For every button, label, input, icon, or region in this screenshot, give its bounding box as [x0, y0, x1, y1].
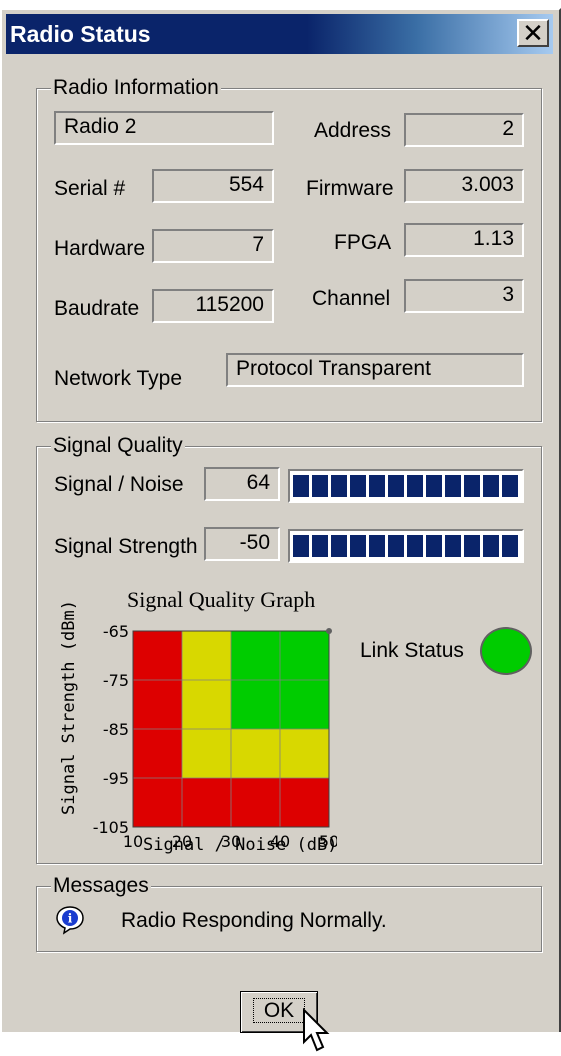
- meter-segment: [369, 475, 385, 497]
- meter-segment: [483, 475, 499, 497]
- meter-segment: [388, 535, 404, 557]
- radio-information-group: Radio Information Radio 2 Address 2 Seri…: [36, 74, 542, 422]
- messages-legend: Messages: [51, 872, 151, 900]
- svg-text:i: i: [68, 912, 73, 926]
- messages-group: Messages i Radio Responding Normally.: [36, 872, 542, 952]
- graph-current-point: [326, 628, 332, 634]
- channel-label: Channel: [312, 287, 391, 310]
- link-status-indicator: [480, 627, 532, 675]
- snr-meter: [288, 469, 524, 503]
- meter-segment: [464, 535, 480, 557]
- radio-status-dialog: Radio Status ✕ Radio Information Radio 2…: [0, 8, 561, 1052]
- title-bar[interactable]: Radio Status ✕: [6, 14, 553, 54]
- graph-cell-yellow: [182, 631, 231, 680]
- serial-field: 554: [152, 169, 274, 203]
- snr-field: 64: [204, 467, 280, 501]
- network-type-field: Protocol Transparent: [226, 353, 524, 387]
- graph-cell-green: [280, 631, 329, 680]
- fpga-field: 1.13: [404, 223, 524, 257]
- network-type-label: Network Type: [54, 367, 182, 390]
- meter-segment: [388, 475, 404, 497]
- close-button[interactable]: ✕: [517, 19, 549, 47]
- fpga-label: FPGA: [334, 231, 392, 254]
- signal-quality-legend: Signal Quality: [51, 432, 185, 460]
- meter-segment: [445, 535, 461, 557]
- snr-label: Signal / Noise: [54, 473, 184, 496]
- graph-x-axis-label: Signal / Noise (dB): [143, 835, 338, 855]
- close-icon: ✕: [522, 18, 544, 48]
- graph-y-tick: -95: [103, 769, 129, 788]
- meter-segment: [502, 475, 518, 497]
- link-status-label: Link Status: [360, 639, 464, 662]
- meter-segment: [407, 475, 423, 497]
- info-icon: i: [56, 906, 84, 935]
- meter-segment: [483, 535, 499, 557]
- graph-cell-yellow: [182, 729, 231, 778]
- meter-segment: [350, 535, 366, 557]
- graph-y-axis-label: Signal Strength (dBm): [59, 600, 79, 815]
- serial-label: Serial #: [54, 177, 126, 200]
- graph-cell-green: [231, 631, 280, 680]
- meter-segment: [312, 475, 328, 497]
- signal-quality-group: Signal Quality Signal / Noise 64 Signal …: [36, 432, 542, 864]
- graph-y-tick: -85: [103, 720, 129, 739]
- baudrate-field: 115200: [152, 289, 274, 323]
- radio-name-field: Radio 2: [54, 111, 274, 145]
- graph-cell-red: [133, 729, 182, 778]
- meter-segment: [464, 475, 480, 497]
- address-field: 2: [404, 113, 524, 147]
- meter-segment: [426, 475, 442, 497]
- meter-segment: [331, 475, 347, 497]
- meter-segment: [369, 535, 385, 557]
- meter-segment: [445, 475, 461, 497]
- graph-cell-red: [133, 680, 182, 729]
- hardware-label: Hardware: [54, 237, 146, 260]
- window-title: Radio Status: [10, 21, 151, 47]
- meter-segment: [312, 535, 328, 557]
- graph-cell-yellow: [280, 729, 329, 778]
- graph-cell-green: [280, 680, 329, 729]
- graph-title: Signal Quality Graph: [127, 587, 316, 612]
- graph-cell-red: [280, 778, 329, 827]
- address-label: Address: [314, 119, 392, 142]
- baudrate-label: Baudrate: [54, 297, 140, 320]
- signal-strength-field: -50: [204, 527, 280, 561]
- mouse-cursor-icon: [303, 1008, 330, 1052]
- meter-segment: [293, 475, 309, 497]
- meter-segment: [502, 535, 518, 557]
- hardware-field: 7: [152, 229, 274, 263]
- signal-strength-label: Signal Strength: [54, 535, 198, 558]
- graph-y-tick: -65: [103, 622, 129, 641]
- meter-segment: [407, 535, 423, 557]
- graph-cell-yellow: [231, 729, 280, 778]
- meter-segment: [331, 535, 347, 557]
- meter-segment: [293, 535, 309, 557]
- firmware-label: Firmware: [306, 177, 394, 200]
- graph-y-tick: -75: [103, 671, 129, 690]
- graph-x-tick: 10: [123, 832, 143, 851]
- graph-cell-red: [133, 631, 182, 680]
- signal-strength-meter: [288, 529, 524, 563]
- channel-field: 3: [404, 279, 524, 313]
- ok-button-label: OK: [252, 998, 306, 1023]
- radio-information-legend: Radio Information: [51, 74, 221, 102]
- graph-cell-green: [231, 680, 280, 729]
- firmware-field: 3.003: [404, 169, 524, 203]
- graph-cell-red: [182, 778, 231, 827]
- graph-cell-red: [231, 778, 280, 827]
- meter-segment: [426, 535, 442, 557]
- message-text: Radio Responding Normally.: [121, 909, 387, 932]
- meter-segment: [350, 475, 366, 497]
- graph-cell-yellow: [182, 680, 231, 729]
- graph-cell-red: [133, 778, 182, 827]
